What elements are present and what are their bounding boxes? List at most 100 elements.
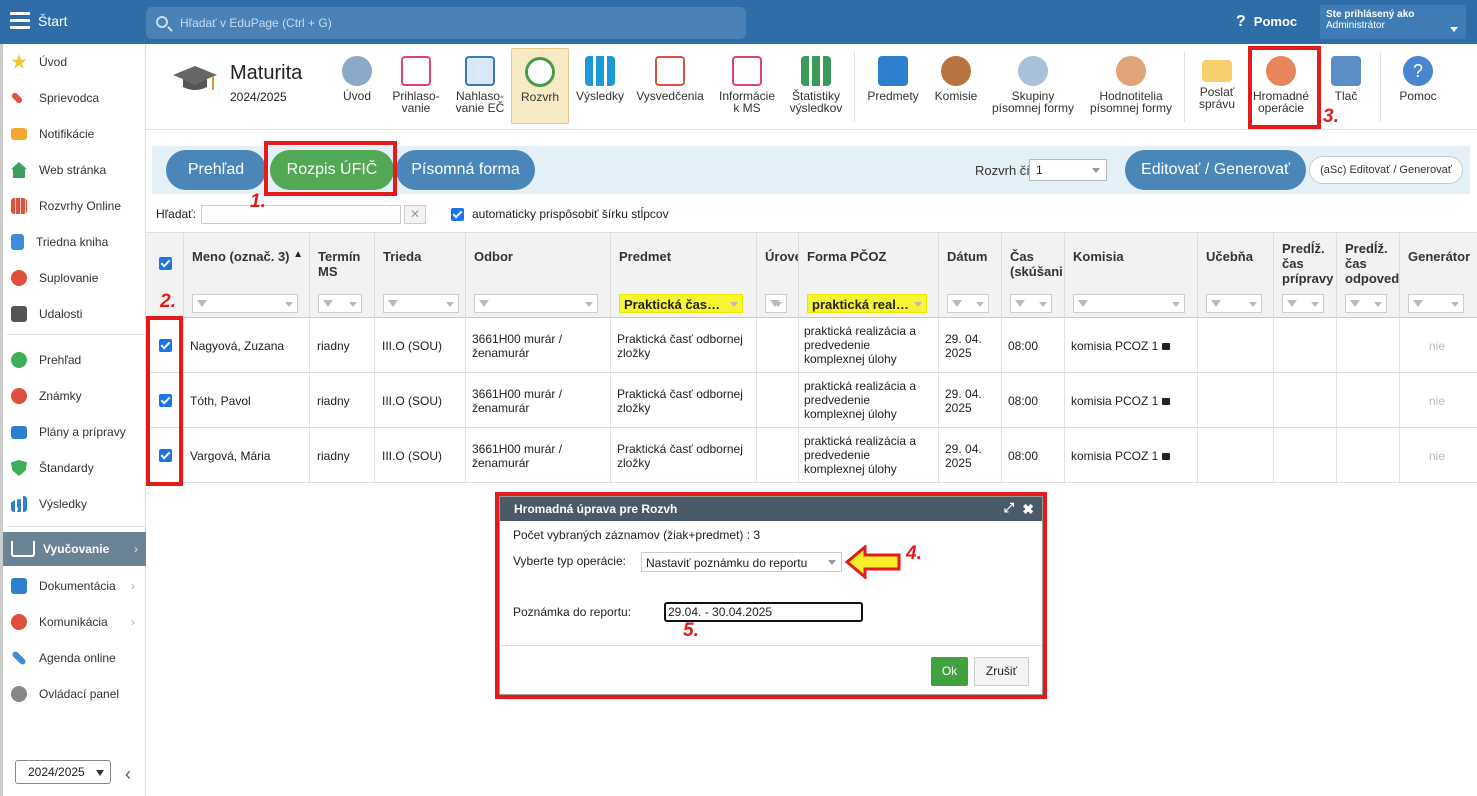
sidebar-item-prehlad[interactable]: Prehľad xyxy=(11,350,81,370)
table-row[interactable]: Nagyová, Zuzana riadny III.O (SOU) 3661H… xyxy=(146,318,1477,373)
toolbar-poslat-button[interactable]: Poslať správu xyxy=(1192,48,1242,124)
table-row[interactable]: Tóth, Pavol riadny III.O (SOU) 3661H00 m… xyxy=(146,373,1477,428)
sidebar-item-triedna[interactable]: Triedna kniha xyxy=(11,232,108,252)
toolbar-pomoc-button[interactable]: ? Pomoc xyxy=(1390,48,1446,124)
filter-komisia[interactable] xyxy=(1073,294,1185,313)
toolbar-nahlasovanie-button[interactable]: Nahlaso-vanie EČ xyxy=(449,48,511,124)
toolbar-hodnotitelia-button[interactable]: Hodnotitelia písomnej formy xyxy=(1084,48,1178,124)
header-trieda[interactable]: Trieda xyxy=(374,233,465,319)
sidebar-item-rozvrhy[interactable]: Rozvrhy Online xyxy=(11,196,121,216)
tab-pisomna-forma[interactable]: Písomná forma xyxy=(396,150,535,190)
header-forma[interactable]: Forma PČOZ praktická real… xyxy=(798,233,938,319)
header-cas[interactable]: Čas (skúšani xyxy=(1001,233,1064,319)
sidebar-item-znamky[interactable]: Známky xyxy=(11,386,82,406)
sidebar: Úvod Sprievodca Notifikácie Web stránka … xyxy=(0,44,146,796)
start-link[interactable]: Štart xyxy=(38,13,68,29)
toolbar-komisie-button[interactable]: Komisie xyxy=(930,48,982,124)
asc-edit-generate-button[interactable]: (aSc) Editovať / Generovať xyxy=(1309,156,1463,184)
column-divider xyxy=(1001,318,1002,484)
filter-generator[interactable] xyxy=(1408,294,1464,313)
filter-uroven[interactable] xyxy=(765,294,787,313)
filter-meno[interactable] xyxy=(192,294,298,313)
header-label: Odbor xyxy=(474,249,513,264)
sidebar-item-web[interactable]: Web stránka xyxy=(11,160,106,180)
header-odbor[interactable]: Odbor xyxy=(465,233,610,319)
toolbar-vysvedcenia-button[interactable]: Vysvedčenia xyxy=(633,48,707,124)
filter-ucebna[interactable] xyxy=(1206,294,1262,313)
sidebar-item-dokumentacia[interactable]: Dokumentácia › xyxy=(11,576,143,596)
cell-line: zložky xyxy=(617,346,651,360)
annotation-box-hromadne xyxy=(1248,46,1321,129)
sidebar-item-notifikacie[interactable]: Notifikácie xyxy=(11,124,94,144)
header-cas-odpovede[interactable]: Predĺž. čas odpoved xyxy=(1336,233,1399,319)
filter-trieda[interactable] xyxy=(383,294,459,313)
cell-forma: praktická realizácia a predvedenie komplex… xyxy=(804,434,916,476)
cell-line: Praktická časť odbornej xyxy=(617,387,743,401)
collapse-sidebar-icon[interactable]: ‹ xyxy=(125,764,131,785)
header-label: Predĺž. čas prípravy xyxy=(1282,241,1333,286)
cell-trieda: III.O (SOU) xyxy=(382,339,442,353)
user-menu[interactable]: Ste prihlásený ako Administrátor xyxy=(1320,5,1466,39)
edit-generate-button[interactable]: Editovať / Generovať xyxy=(1125,150,1306,190)
header-cas-pripravy[interactable]: Predĺž. čas prípravy xyxy=(1273,233,1336,319)
filter-forma[interactable]: praktická real… xyxy=(807,294,927,313)
filter-termin[interactable] xyxy=(318,294,362,313)
header-komisia[interactable]: Komisia xyxy=(1064,233,1197,319)
sidebar-item-standardy[interactable]: Štandardy xyxy=(11,458,94,478)
cell-line: 29. 04. xyxy=(945,332,982,346)
filter-cas[interactable] xyxy=(1010,294,1052,313)
help-link[interactable]: ? Pomoc xyxy=(1236,13,1297,31)
grid-search-input[interactable] xyxy=(201,205,401,224)
schedule-grid: Meno (označ. 3) ▲ Termín MS Trieda Odbor P… xyxy=(146,232,1477,484)
sidebar-item-suplovanie[interactable]: Suplovanie xyxy=(11,268,98,288)
filter-predmet[interactable]: Praktická čas… xyxy=(619,294,743,313)
filter-datum[interactable] xyxy=(947,294,989,313)
sidebar-item-udalosti[interactable]: Udalosti xyxy=(11,304,82,324)
header-datum[interactable]: Dátum xyxy=(938,233,1001,319)
table-row[interactable]: Vargová, Mária riadny III.O (SOU) 3661H0… xyxy=(146,428,1477,483)
toolbar-statistiky-button[interactable]: Štatistiky výsledkov xyxy=(785,48,847,124)
toolbar-vysledky-button[interactable]: Výsledky xyxy=(573,48,627,124)
rozvrh-select[interactable]: 1 xyxy=(1029,159,1107,181)
toolbar-label: Pomoc xyxy=(1399,89,1437,103)
cell-line: komplexnej úlohy xyxy=(804,462,897,476)
column-divider xyxy=(374,318,375,484)
filter-cas-odpovede[interactable] xyxy=(1345,294,1387,313)
sidebar-item-vysledky[interactable]: Výsledky xyxy=(11,494,87,514)
toolbar-skupiny-button[interactable]: Skupiny písomnej formy xyxy=(986,48,1080,124)
header-predmet[interactable]: Predmet Praktická čas… xyxy=(610,233,756,319)
header-uroven[interactable]: Úrove xyxy=(756,233,798,319)
header-generator[interactable]: Generátor xyxy=(1399,233,1477,319)
sidebar-item-agenda[interactable]: Agenda online xyxy=(11,648,116,668)
auto-width-checkbox[interactable] xyxy=(451,207,464,221)
header-meno[interactable]: Meno (označ. 3) ▲ xyxy=(183,233,309,319)
header-ucebna[interactable]: Učebňa xyxy=(1197,233,1273,319)
header-termin[interactable]: Termín MS xyxy=(309,233,374,319)
toolbar-informacie-button[interactable]: Informácie k MS xyxy=(715,48,779,124)
clear-search-button[interactable]: ✕ xyxy=(404,205,426,224)
gear-icon xyxy=(11,686,27,702)
toolbar-predmety-button[interactable]: Predmety xyxy=(862,48,924,124)
sidebar-item-komunikacia[interactable]: Komunikácia › xyxy=(11,612,143,632)
cell-termin: riadny xyxy=(317,449,350,463)
sidebar-item-ovladaci[interactable]: Ovládací panel xyxy=(11,684,119,704)
auto-width-option[interactable]: automaticky prispôsobiť šírku stĺpcov xyxy=(451,207,669,221)
sidebar-item-uvod[interactable]: Úvod xyxy=(11,52,67,72)
filter-cas-pripravy[interactable] xyxy=(1282,294,1324,313)
menu-icon[interactable] xyxy=(10,12,30,30)
tab-prehlad[interactable]: Prehľad xyxy=(166,150,266,190)
search-input[interactable]: Hľadať v EduPage (Ctrl + G) xyxy=(146,7,746,39)
sidebar-item-vyucovanie[interactable]: Vyučovanie › xyxy=(3,532,146,566)
cell-line: 29. 04. xyxy=(945,442,982,456)
select-all-checkbox[interactable] xyxy=(159,257,172,270)
header-line: MS xyxy=(318,264,338,279)
sidebar-item-label: Komunikácia xyxy=(39,615,108,629)
filter-odbor[interactable] xyxy=(474,294,598,313)
printer-icon xyxy=(1331,56,1361,86)
sidebar-item-sprievodca[interactable]: Sprievodca xyxy=(10,88,99,108)
toolbar-uvod-button[interactable]: Úvod xyxy=(329,48,385,124)
year-select[interactable]: 2024/2025 xyxy=(15,760,111,784)
sidebar-item-plany[interactable]: Plány a prípravy xyxy=(11,422,126,442)
toolbar-rozvrh-button[interactable]: Rozvrh xyxy=(511,48,569,124)
toolbar-prihlasovanie-button[interactable]: Prihlaso-vanie xyxy=(387,48,445,124)
